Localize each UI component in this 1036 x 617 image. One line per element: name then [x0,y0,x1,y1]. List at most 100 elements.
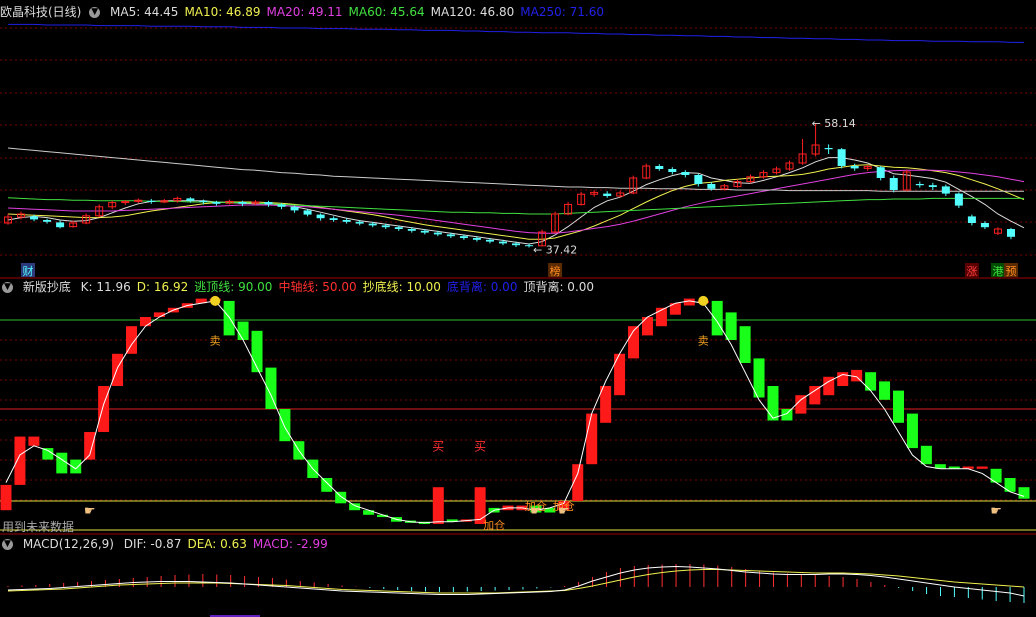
kd-indicator: 顶背离: 0.00 [523,280,595,294]
candle-body [199,200,208,202]
kd-indicator: 抄底线: 10.00 [362,280,441,294]
buy-signal-label: 买 [432,439,444,453]
kd-bar [851,369,863,382]
candle-body [485,239,494,242]
kd-bar [56,452,68,474]
stock-chart-window: ← 58.14 ← 37.42 财榜涨港预 卖卖买买加仓 加仓 加仓 ☛ ☛ ☛ ☛ 用到未来数据… [0,0,1036,617]
kd-bar [223,300,235,336]
kd-indicator: 逃顶线: 90.00 [194,280,273,294]
ma-indicator: MA250: 71.60 [520,5,604,19]
candle-body [264,202,273,205]
macd-indicator: DEA: 0.63 [187,537,247,551]
candle-body [915,184,924,186]
candle-body [394,227,403,229]
main-panel-title: 欧晶科技(日线) [0,5,82,19]
candle-body [186,198,195,201]
kd-bar [432,487,444,524]
kd-bar [641,317,653,336]
kd-bar [1018,487,1030,499]
kd-bar [28,436,40,446]
candle-body [824,148,833,150]
future-data-note: 用到未来数据 [2,519,74,534]
candle-body [837,149,846,166]
candle-body [954,193,963,206]
candle-body [446,234,455,237]
kd-bar [892,390,904,423]
candle-body [472,238,481,240]
ma-indicator: MA10: 46.89 [184,5,261,19]
add-position-label: 加仓 [483,518,505,532]
candle-body [420,230,429,233]
kd-bar [237,321,249,340]
kd-bar [725,312,737,340]
kd-indicator: D: 16.92 [136,280,189,294]
candle-body [407,229,416,231]
hand-pointer-icon: ☛ [990,504,1002,519]
candle-body [1006,229,1015,237]
kd-bar [767,386,779,421]
candle-body [342,220,351,222]
ma-line-ma250 [8,23,1024,43]
chevron-down-icon[interactable]: ▼ [89,7,101,18]
candle-body [30,216,39,220]
candle-body [928,185,937,187]
candle-body [668,169,677,172]
chevron-down-icon[interactable]: ▼ [2,282,13,293]
candle-body [368,223,377,226]
candle-body [603,193,612,196]
kd-bar [279,409,291,442]
kd-panel-header: ▼ 新版抄底 K: 11.96 D: 16.92 逃顶线: 90.00 中轴线: 50… [0,279,606,295]
chevron-down-icon[interactable]: ▼ [2,539,13,550]
main-candle-panel: ← 58.14 ← 37.42 财 榜 涨 港预 [0,23,1036,279]
candle-body [498,241,507,244]
kd-bar [335,491,347,504]
event-marker-text: 涨 [966,265,977,278]
candle-body [303,210,312,215]
ma-indicator: MA60: 45.64 [348,5,425,19]
candle-body [238,202,247,204]
candle-body [941,186,950,194]
candle-body [681,172,690,175]
candle-body [707,184,716,189]
ma-line-ma120 [7,147,1024,192]
candle-body [525,245,534,247]
kd-bar [976,466,988,469]
kd-bar [251,330,263,373]
kd-bar [42,448,54,460]
candle-body [655,166,664,169]
macd-panel-title: MACD(12,26,9) [22,537,114,551]
event-marker-text: 财 [23,264,34,278]
macd-indicator-list: DIF: -0.87 DEA: 0.63 MACD: -2.99 [124,537,334,551]
candle-body [980,223,989,228]
candle-body [277,204,286,207]
candle-body [316,214,325,219]
kd-bar [795,395,807,414]
kd-indicator: K: 11.96 [80,280,131,294]
peak-sell-dot [698,295,709,306]
kd-indicator: 底背离: 0.00 [446,280,518,294]
kd-indicator: 中轴线: 50.00 [278,280,357,294]
candle-body [889,178,898,190]
candle-body [850,166,859,169]
candle-body [694,175,703,184]
kd-bar [739,326,751,363]
macd-indicator: MACD: -2.99 [252,537,328,551]
candle-body [967,216,976,223]
kd-indicator-list: K: 11.96 D: 16.92 逃顶线: 90.00 中轴线: 50.00 抄底线:… [81,280,600,294]
kd-bar [363,510,375,515]
kd-bar [321,478,333,492]
candle-body [459,236,468,238]
ma-line-ma60 [7,197,1024,215]
kd-bar [879,381,891,400]
hand-pointer-icon: ☛ [530,504,542,519]
event-marker-text: 港 [992,265,1003,278]
kd-bar [14,436,26,485]
kd-indicator-panel: 卖卖买 买加仓加仓 加仓☛ ☛ ☛ ☛用到未来数据 [0,295,1036,535]
macd-panel-header: ▼ MACD(12,26,9) DIF: -0.87 DEA: 0.63 MACD:… [0,536,340,552]
candle-body [212,202,221,204]
candle-body [876,167,885,178]
k-line [5,300,1025,524]
peak-sell-dot [210,295,221,306]
ma-indicator: MA120: 46.80 [430,5,515,19]
candle-body [329,218,338,220]
